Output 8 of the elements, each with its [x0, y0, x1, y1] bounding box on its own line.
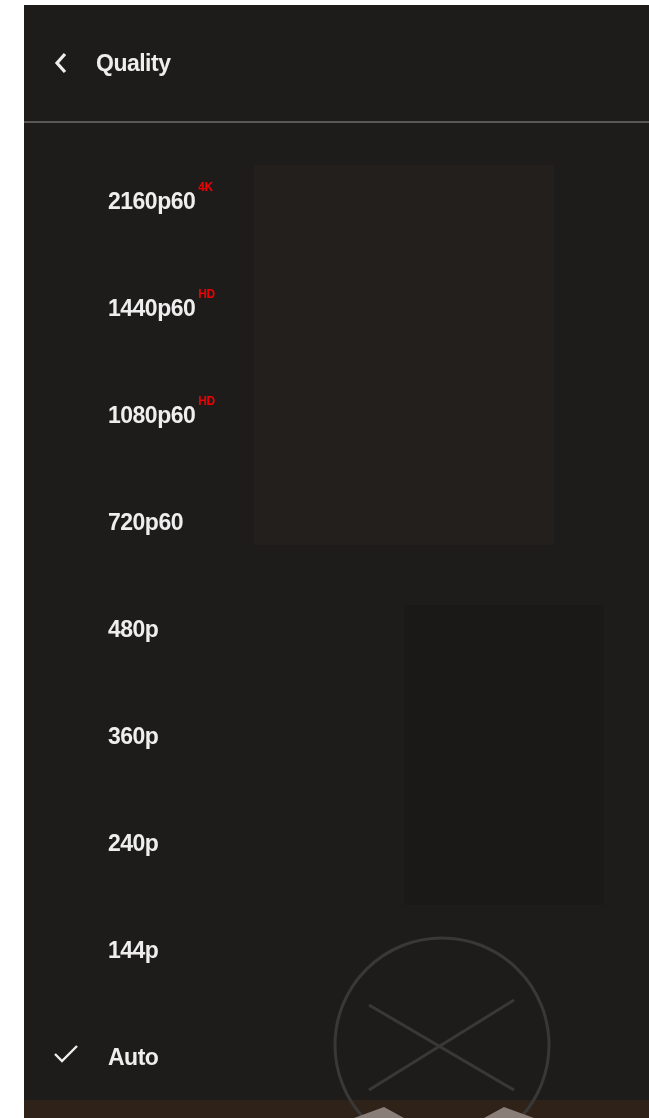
back-button[interactable]: Quality: [54, 49, 171, 77]
quality-option[interactable]: 240p: [24, 822, 159, 857]
quality-option[interactable]: 144p: [24, 929, 159, 964]
back-icon: [54, 52, 68, 74]
quality-option[interactable]: 480p: [24, 608, 159, 643]
quality-option[interactable]: 360p: [24, 715, 159, 750]
quality-option[interactable]: 720p60: [24, 501, 183, 536]
quality-option[interactable]: Auto: [24, 1036, 159, 1071]
